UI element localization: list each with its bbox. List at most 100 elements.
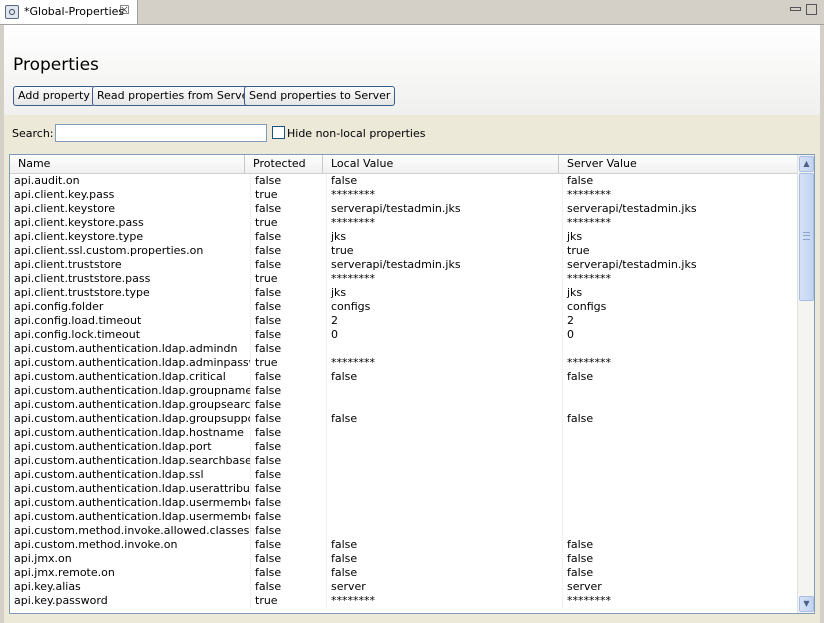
cell-server-value[interactable]	[562, 524, 798, 538]
cell-server-value[interactable]	[562, 384, 798, 398]
table-row[interactable]: api.config.load.timeout false 2 2	[10, 314, 798, 328]
cell-protected[interactable]: false	[250, 454, 326, 468]
column-header-local-value[interactable]: Local Value	[323, 155, 559, 173]
cell-name[interactable]: api.client.truststore.type	[10, 286, 250, 300]
cell-local-value[interactable]: 2	[326, 314, 562, 328]
cell-protected[interactable]: true	[250, 594, 326, 608]
cell-protected[interactable]: false	[250, 286, 326, 300]
cell-server-value[interactable]: server	[562, 580, 798, 594]
cell-name[interactable]: api.config.folder	[10, 300, 250, 314]
cell-server-value[interactable]	[562, 496, 798, 510]
table-row[interactable]: api.client.keystore false serverapi/testad…	[10, 202, 798, 216]
cell-server-value[interactable]	[562, 398, 798, 412]
cell-name[interactable]: api.custom.authentication.ldap.adminpass…	[10, 356, 250, 370]
cell-name[interactable]: api.jmx.remote.on	[10, 566, 250, 580]
cell-protected[interactable]: false	[250, 566, 326, 580]
minimize-icon[interactable]	[790, 7, 801, 11]
cell-server-value[interactable]	[562, 454, 798, 468]
cell-server-value[interactable]	[562, 426, 798, 440]
table-row[interactable]: api.custom.authentication.ldap.hostname f…	[10, 426, 798, 440]
table-row[interactable]: api.custom.authentication.ldap.admindn fa…	[10, 342, 798, 356]
cell-local-value[interactable]: 0	[326, 328, 562, 342]
table-row[interactable]: api.key.alias false server server	[10, 580, 798, 594]
close-icon[interactable]: ☒	[119, 3, 130, 17]
cell-protected[interactable]: false	[250, 552, 326, 566]
table-row[interactable]: api.key.password true ******** ********	[10, 594, 798, 608]
table-row[interactable]: api.client.keystore.type false jks jks	[10, 230, 798, 244]
table-row[interactable]: api.custom.authentication.ldap.adminpass…	[10, 356, 798, 370]
cell-name[interactable]: api.custom.authentication.ldap.critical	[10, 370, 250, 384]
table-row[interactable]: api.jmx.on false false false	[10, 552, 798, 566]
scroll-thumb[interactable]	[799, 173, 814, 301]
cell-name[interactable]: api.custom.authentication.ldap.groupsupp…	[10, 412, 250, 426]
table-row[interactable]: api.custom.method.invoke.on false false fal…	[10, 538, 798, 552]
cell-name[interactable]: api.custom.authentication.ldap.admindn	[10, 342, 250, 356]
table-row[interactable]: api.custom.authentication.ldap.groupname…	[10, 384, 798, 398]
table-row[interactable]: api.audit.on false false false	[10, 174, 798, 188]
cell-local-value[interactable]: true	[326, 244, 562, 258]
maximize-icon[interactable]	[806, 4, 817, 15]
cell-name[interactable]: api.custom.authentication.ldap.searchbas…	[10, 454, 250, 468]
cell-name[interactable]: api.custom.authentication.ldap.userattri…	[10, 482, 250, 496]
cell-protected[interactable]: false	[250, 524, 326, 538]
cell-protected[interactable]: false	[250, 314, 326, 328]
cell-protected[interactable]: false	[250, 496, 326, 510]
cell-local-value[interactable]: jks	[326, 230, 562, 244]
cell-local-value[interactable]: serverapi/testadmin.jks	[326, 202, 562, 216]
cell-protected[interactable]: false	[250, 426, 326, 440]
cell-local-value[interactable]: serverapi/testadmin.jks	[326, 258, 562, 272]
cell-local-value[interactable]	[326, 440, 562, 454]
cell-name[interactable]: api.custom.method.invoke.on	[10, 538, 250, 552]
table-row[interactable]: api.client.key.pass true ******** ********	[10, 188, 798, 202]
cell-server-value[interactable]: false	[562, 538, 798, 552]
column-header-server-value[interactable]: Server Value	[559, 155, 798, 173]
cell-server-value[interactable]: ********	[562, 356, 798, 370]
cell-server-value[interactable]	[562, 510, 798, 524]
cell-name[interactable]: api.config.lock.timeout	[10, 328, 250, 342]
cell-name[interactable]: api.custom.authentication.ldap.groupsear…	[10, 398, 250, 412]
cell-server-value[interactable]	[562, 468, 798, 482]
cell-local-value[interactable]: false	[326, 566, 562, 580]
cell-name[interactable]: api.custom.authentication.ldap.hostname	[10, 426, 250, 440]
cell-local-value[interactable]	[326, 468, 562, 482]
cell-protected[interactable]: false	[250, 342, 326, 356]
vertical-scrollbar[interactable]: ▲ ▼	[797, 155, 814, 613]
cell-server-value[interactable]	[562, 440, 798, 454]
cell-local-value[interactable]: ********	[326, 188, 562, 202]
cell-local-value[interactable]	[326, 384, 562, 398]
cell-name[interactable]: api.client.keystore	[10, 202, 250, 216]
cell-protected[interactable]: false	[250, 538, 326, 552]
cell-server-value[interactable]: ********	[562, 272, 798, 286]
cell-local-value[interactable]	[326, 454, 562, 468]
table-row[interactable]: api.custom.authentication.ldap.userattri…	[10, 482, 798, 496]
table-row[interactable]: api.client.keystore.pass true ******** ****…	[10, 216, 798, 230]
cell-name[interactable]: api.client.ssl.custom.properties.on	[10, 244, 250, 258]
cell-local-value[interactable]	[326, 510, 562, 524]
cell-local-value[interactable]: false	[326, 370, 562, 384]
cell-server-value[interactable]: 0	[562, 328, 798, 342]
cell-server-value[interactable]: jks	[562, 230, 798, 244]
cell-protected[interactable]: false	[250, 412, 326, 426]
cell-server-value[interactable]: true	[562, 244, 798, 258]
cell-server-value[interactable]: false	[562, 566, 798, 580]
hide-non-local-checkbox[interactable]	[272, 126, 285, 139]
cell-protected[interactable]: false	[250, 230, 326, 244]
cell-protected[interactable]: false	[250, 300, 326, 314]
cell-protected[interactable]: false	[250, 258, 326, 272]
cell-server-value[interactable]: ********	[562, 188, 798, 202]
cell-name[interactable]: api.key.alias	[10, 580, 250, 594]
table-row[interactable]: api.custom.authentication.ldap.searchbas…	[10, 454, 798, 468]
cell-name[interactable]: api.client.key.pass	[10, 188, 250, 202]
cell-local-value[interactable]: server	[326, 580, 562, 594]
cell-protected[interactable]: true	[250, 356, 326, 370]
cell-protected[interactable]: false	[250, 370, 326, 384]
cell-local-value[interactable]: false	[326, 552, 562, 566]
cell-server-value[interactable]: ********	[562, 594, 798, 608]
table-row[interactable]: api.client.truststore false serverapi/test…	[10, 258, 798, 272]
send-properties-button[interactable]: Send properties to Server	[244, 86, 396, 106]
cell-name[interactable]: api.key.password	[10, 594, 250, 608]
cell-name[interactable]: api.custom.authentication.ldap.usermembe…	[10, 510, 250, 524]
cell-server-value[interactable]: 2	[562, 314, 798, 328]
cell-server-value[interactable]	[562, 482, 798, 496]
column-header-name[interactable]: Name	[10, 155, 245, 173]
